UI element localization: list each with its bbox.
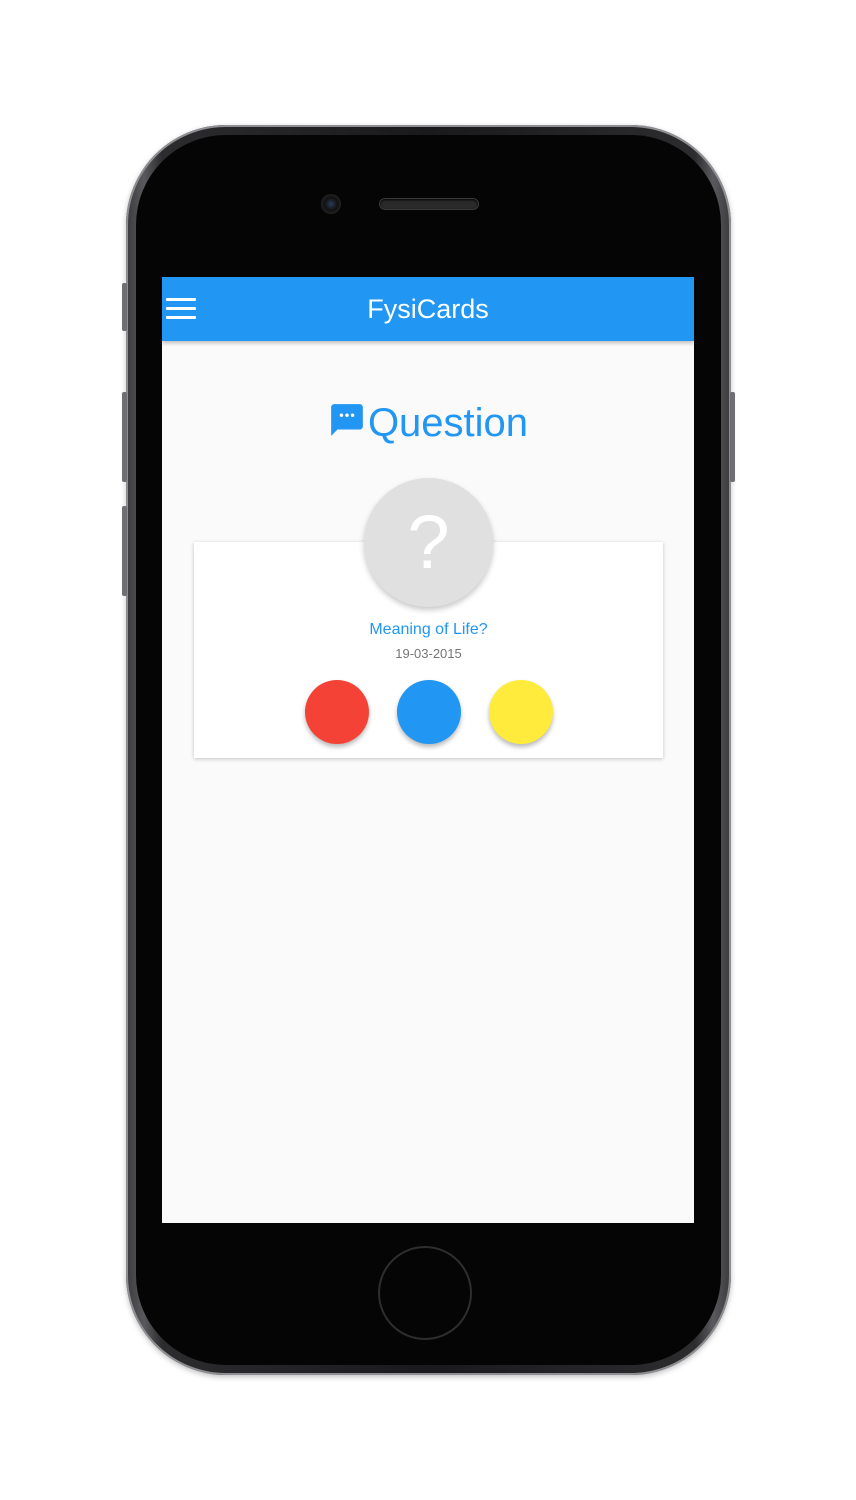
card-date: 19-03-2015 bbox=[395, 646, 462, 661]
card-title: Meaning of Life? bbox=[369, 621, 488, 638]
app-bar: FysiCards bbox=[162, 277, 694, 341]
earpiece-speaker bbox=[380, 199, 478, 209]
chat-bubble-icon bbox=[331, 404, 363, 436]
red-answer-button[interactable] bbox=[305, 680, 369, 744]
home-button[interactable] bbox=[380, 1248, 470, 1338]
question-mark-icon: ? bbox=[407, 500, 450, 585]
page-heading: Question bbox=[162, 399, 694, 447]
app-title: FysiCards bbox=[367, 294, 489, 324]
yellow-answer-button[interactable] bbox=[489, 680, 553, 744]
front-camera bbox=[321, 194, 341, 214]
question-avatar: ? bbox=[364, 478, 493, 607]
power-button bbox=[730, 392, 735, 482]
app-screen: FysiCards Question ? Meaning of Life? 19… bbox=[162, 277, 694, 1223]
blue-answer-button[interactable] bbox=[397, 680, 461, 744]
page-title: Question bbox=[367, 401, 529, 445]
volume-down-button bbox=[122, 506, 127, 596]
silent-switch bbox=[122, 283, 127, 331]
volume-up-button bbox=[122, 392, 127, 482]
